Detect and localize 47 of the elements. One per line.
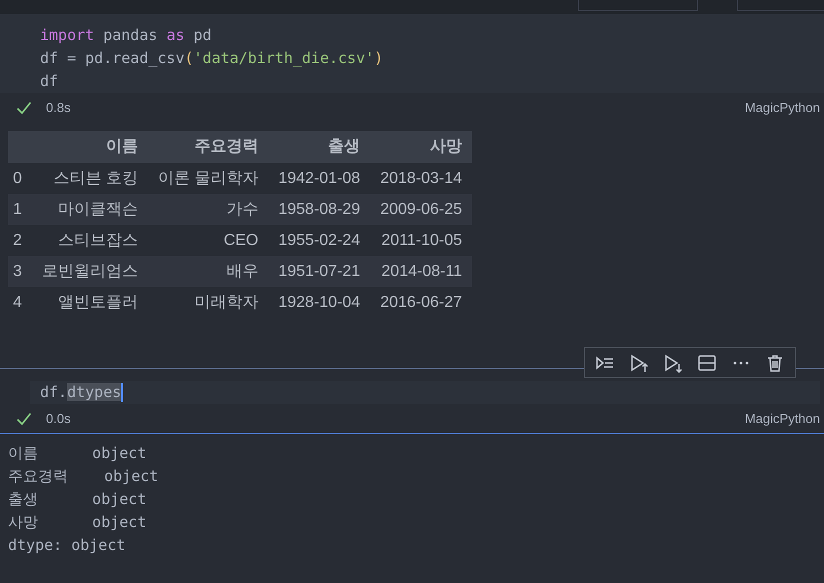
code-editor[interactable]: df.dtypes: [30, 381, 820, 404]
output-line: 이름 object: [8, 443, 148, 464]
table-cell: 1955-02-24: [268, 225, 370, 256]
table-cell: 2009-06-25: [370, 194, 472, 225]
delete-icon[interactable]: [765, 352, 785, 372]
table-cell: 1958-08-29: [268, 194, 370, 225]
column-header: 출생: [268, 131, 370, 163]
output-line: 출생 object: [8, 489, 148, 510]
table-cell: 1951-07-21: [268, 256, 370, 287]
table-cell: 1942-01-08: [268, 163, 370, 194]
table-cell: 2011-10-05: [370, 225, 472, 256]
table-cell: 이론 물리학자: [148, 163, 268, 194]
table-cell: 2016-06-27: [370, 287, 472, 318]
row-index: 3: [8, 256, 32, 287]
output-line: dtype: object: [8, 535, 126, 556]
column-header: 사망: [370, 131, 472, 163]
row-index: 1: [8, 194, 32, 225]
output-line: 주요경력 object: [8, 466, 160, 487]
language-label[interactable]: MagicPython: [744, 98, 820, 118]
column-header: 이름: [32, 131, 148, 163]
table-cell: 배우: [148, 256, 268, 287]
table-cell: 스티브잡스: [32, 225, 148, 256]
output-line: 사망 object: [8, 512, 148, 533]
table-cell: 스티븐 호킹: [32, 163, 148, 194]
execution-time: 0.0s: [46, 410, 71, 428]
language-label[interactable]: MagicPython: [744, 408, 820, 428]
table-cell: 마이클잭슨: [32, 194, 148, 225]
row-index: 2: [8, 225, 32, 256]
row-index: 4: [8, 287, 32, 318]
table-cell: 앨빈토플러: [32, 287, 148, 318]
table-cell: 로빈윌리엄스: [32, 256, 148, 287]
column-header: 주요경력: [148, 131, 268, 163]
table-cell: 1928-10-04: [268, 287, 370, 318]
row-index: 0: [8, 163, 32, 194]
table-cell: 미래학자: [148, 287, 268, 318]
run-below-icon[interactable]: [663, 352, 683, 372]
run-above-icon[interactable]: [629, 352, 649, 372]
table-cell: 2018-03-14: [370, 163, 472, 194]
execution-time: 0.8s: [46, 99, 71, 118]
table-cell: CEO: [148, 225, 268, 256]
code-editor[interactable]: import pandas as pd df = pd.read_csv('data/birth_die.csv') df: [0, 14, 824, 93]
split-cell-icon[interactable]: [697, 352, 717, 372]
text-cursor: [121, 383, 124, 402]
check-icon: [16, 410, 32, 426]
check-icon: [16, 100, 32, 116]
table-cell: 가수: [148, 194, 268, 225]
table-cell: 2014-08-11: [370, 256, 472, 287]
